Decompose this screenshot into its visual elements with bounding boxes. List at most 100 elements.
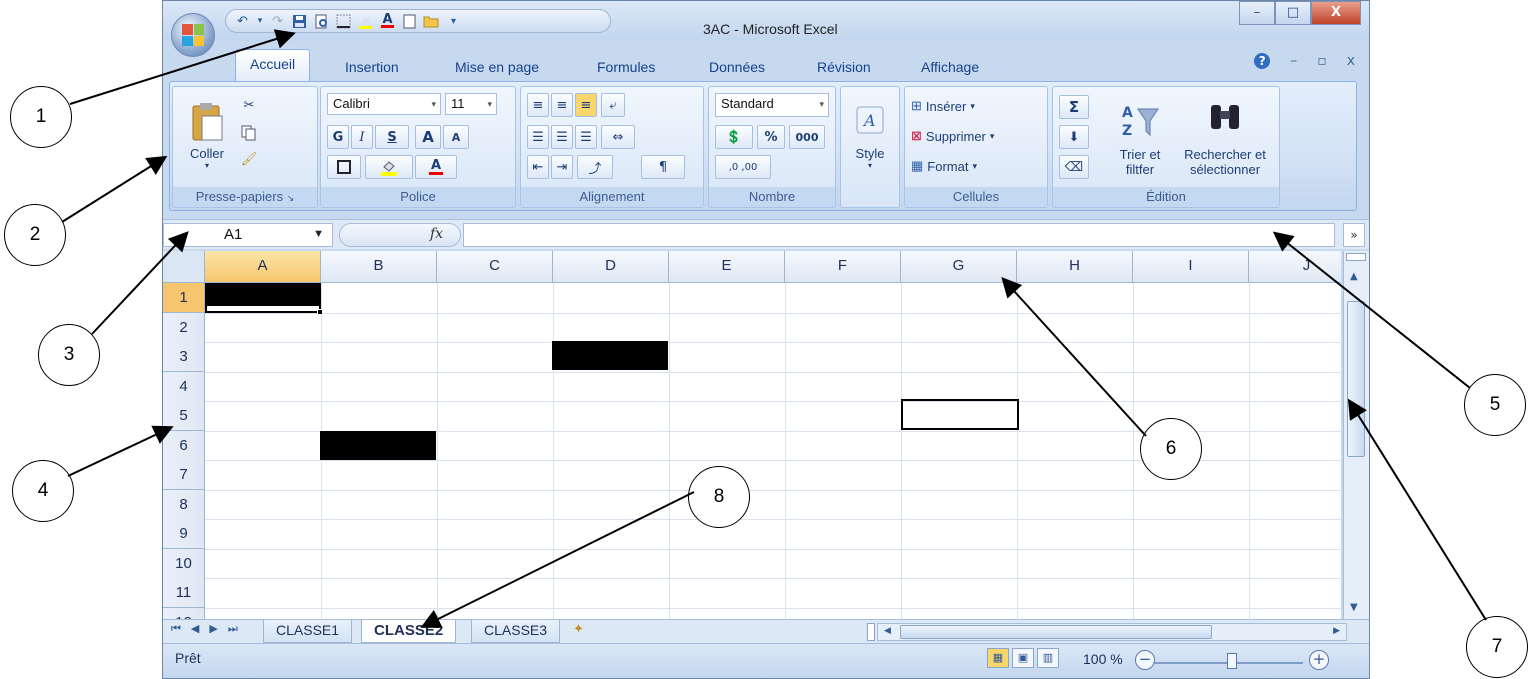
row-header[interactable]: 7 — [163, 460, 205, 490]
minimize-button[interactable]: – — [1239, 1, 1275, 25]
row-header[interactable]: 6 — [163, 430, 205, 461]
bold-button[interactable]: G — [327, 125, 349, 149]
insert-button[interactable]: ⊞ Insérer ▾ — [911, 95, 975, 117]
expand-formula-bar-button[interactable]: » — [1343, 223, 1365, 247]
redo-icon[interactable]: ↷ — [269, 13, 286, 30]
align-top-icon[interactable]: ≡ — [527, 93, 549, 117]
active-cell-a1[interactable] — [205, 283, 321, 313]
style-button[interactable]: A Style ▾ — [843, 93, 897, 183]
tab-revision[interactable]: Révision — [817, 59, 871, 75]
grow-font-button[interactable]: A — [415, 125, 441, 149]
undo-dropdown-icon[interactable]: ▾ — [256, 13, 264, 30]
ribbon-close-button[interactable]: x — [1347, 53, 1355, 69]
scroll-left-icon[interactable]: ◀ — [884, 626, 891, 636]
insert-sheet-icon[interactable]: ✦ — [573, 622, 584, 637]
decimal-buttons[interactable]: ,0 ,00 — [715, 155, 771, 179]
italic-button[interactable]: I — [351, 125, 373, 149]
row-header[interactable]: 12 — [163, 607, 205, 619]
row-header[interactable]: 9 — [163, 519, 205, 549]
scroll-down-icon[interactable]: ▼ — [1350, 602, 1358, 613]
tab-donnees[interactable]: Données — [709, 59, 765, 75]
tab-mise-en-page[interactable]: Mise en page — [455, 59, 539, 75]
sort-filter-button[interactable]: AZ Trier et filtfer — [1107, 91, 1173, 187]
paste-button[interactable]: Coller ▾ — [179, 91, 235, 181]
scroll-up-icon[interactable]: ▲ — [1350, 271, 1358, 282]
select-all-corner[interactable] — [163, 251, 205, 283]
sheet-tab-classe3[interactable]: CLASSE3 — [471, 620, 561, 643]
zoom-out-button[interactable]: − — [1135, 650, 1155, 670]
borders-button[interactable] — [327, 155, 361, 179]
split-box[interactable] — [1346, 253, 1366, 261]
open-folder-icon[interactable] — [423, 13, 440, 30]
font-color-button[interactable]: A — [415, 155, 457, 179]
tab-split-handle[interactable] — [867, 623, 875, 641]
first-sheet-icon[interactable]: ⏮ — [171, 622, 181, 636]
fill-handle[interactable] — [317, 309, 323, 315]
page-layout-view-icon[interactable]: ▣ — [1012, 648, 1034, 668]
fill-color-button[interactable] — [365, 155, 413, 179]
filled-cell-d3[interactable] — [552, 341, 668, 370]
previous-sheet-icon[interactable]: ◀ — [191, 622, 199, 636]
page-break-view-icon[interactable]: ▥ — [1037, 648, 1059, 668]
next-sheet-icon[interactable]: ▶ — [209, 622, 217, 636]
decrease-indent-icon[interactable]: ⇤ — [527, 155, 549, 179]
align-middle-icon[interactable]: ≡ — [551, 93, 573, 117]
accounting-format-icon[interactable]: 💲 — [715, 125, 753, 149]
sheet-tab-classe1[interactable]: CLASSE1 — [263, 620, 353, 643]
vertical-scroll-thumb[interactable] — [1347, 301, 1365, 457]
row-header[interactable]: 10 — [163, 548, 205, 579]
row-header[interactable]: 1 — [163, 283, 205, 313]
column-header[interactable]: J — [1249, 251, 1341, 283]
shrink-font-button[interactable]: A — [443, 125, 469, 149]
close-button[interactable]: X — [1311, 1, 1361, 25]
column-header[interactable]: I — [1133, 251, 1249, 283]
column-header[interactable]: E — [669, 251, 785, 283]
save-icon[interactable] — [291, 13, 308, 30]
format-painter-icon[interactable]: 🖌 — [237, 147, 261, 171]
formula-input[interactable] — [463, 223, 1335, 247]
scroll-right-icon[interactable]: ▶ — [1333, 626, 1340, 636]
horizontal-scrollbar[interactable]: ◀ ▶ — [877, 623, 1347, 641]
customize-qat-icon[interactable]: ▾ — [445, 13, 462, 30]
horizontal-scroll-thumb[interactable] — [900, 625, 1212, 639]
underline-button[interactable]: S — [375, 125, 409, 149]
fill-icon[interactable]: ⬇ — [1059, 125, 1089, 149]
tab-insertion[interactable]: Insertion — [345, 59, 399, 75]
number-format-combo[interactable]: Standard ▾ — [715, 93, 829, 117]
column-header[interactable]: G — [901, 251, 1017, 283]
row-header[interactable]: 4 — [163, 371, 205, 402]
align-center-icon[interactable]: ☰ — [551, 125, 573, 149]
tab-formules[interactable]: Formules — [597, 59, 655, 75]
zoom-slider-thumb[interactable] — [1227, 653, 1237, 669]
autosum-icon[interactable]: Σ — [1059, 95, 1089, 119]
delete-button[interactable]: ⊠ Supprimer ▾ — [911, 125, 994, 147]
name-box[interactable]: A1 ▼ — [163, 223, 333, 247]
format-button[interactable]: ▦ Format ▾ — [911, 155, 977, 177]
chevron-down-icon[interactable]: ▼ — [313, 228, 324, 240]
undo-icon[interactable]: ↶ — [234, 13, 251, 30]
dialog-launcher-icon[interactable]: ↘ — [287, 193, 295, 203]
normal-view-icon[interactable]: ▦ — [987, 648, 1009, 668]
tab-accueil[interactable]: Accueil — [235, 49, 311, 81]
find-select-button[interactable]: Rechercher et sélectionner — [1173, 91, 1277, 187]
wrap-text-icon[interactable]: ⤶ — [601, 93, 625, 117]
cut-icon[interactable]: ✂ — [237, 93, 261, 117]
insert-function-button[interactable]: fx — [339, 223, 461, 247]
office-button[interactable] — [171, 13, 215, 57]
clear-icon[interactable]: ⌫ — [1059, 155, 1089, 179]
help-icon[interactable]: ? — [1254, 53, 1271, 69]
ribbon-restore-button[interactable]: ▫ — [1317, 53, 1327, 69]
tab-affichage[interactable]: Affichage — [921, 59, 979, 75]
text-direction-icon[interactable]: ¶ — [641, 155, 685, 179]
sheet-tab-classe2[interactable]: CLASSE2 — [361, 620, 457, 643]
font-name-combo[interactable]: Calibri ▾ — [327, 93, 441, 115]
copy-icon[interactable] — [237, 121, 261, 145]
column-header[interactable]: A — [205, 251, 321, 283]
increase-indent-icon[interactable]: ⇥ — [551, 155, 573, 179]
percent-button[interactable]: % — [757, 125, 785, 149]
column-header[interactable]: H — [1017, 251, 1133, 283]
column-header[interactable]: C — [437, 251, 553, 283]
align-bottom-icon[interactable]: ≡ — [575, 93, 597, 117]
orientation-icon[interactable]: ⤴ — [577, 155, 613, 179]
selected-cell-g5[interactable] — [901, 399, 1019, 430]
